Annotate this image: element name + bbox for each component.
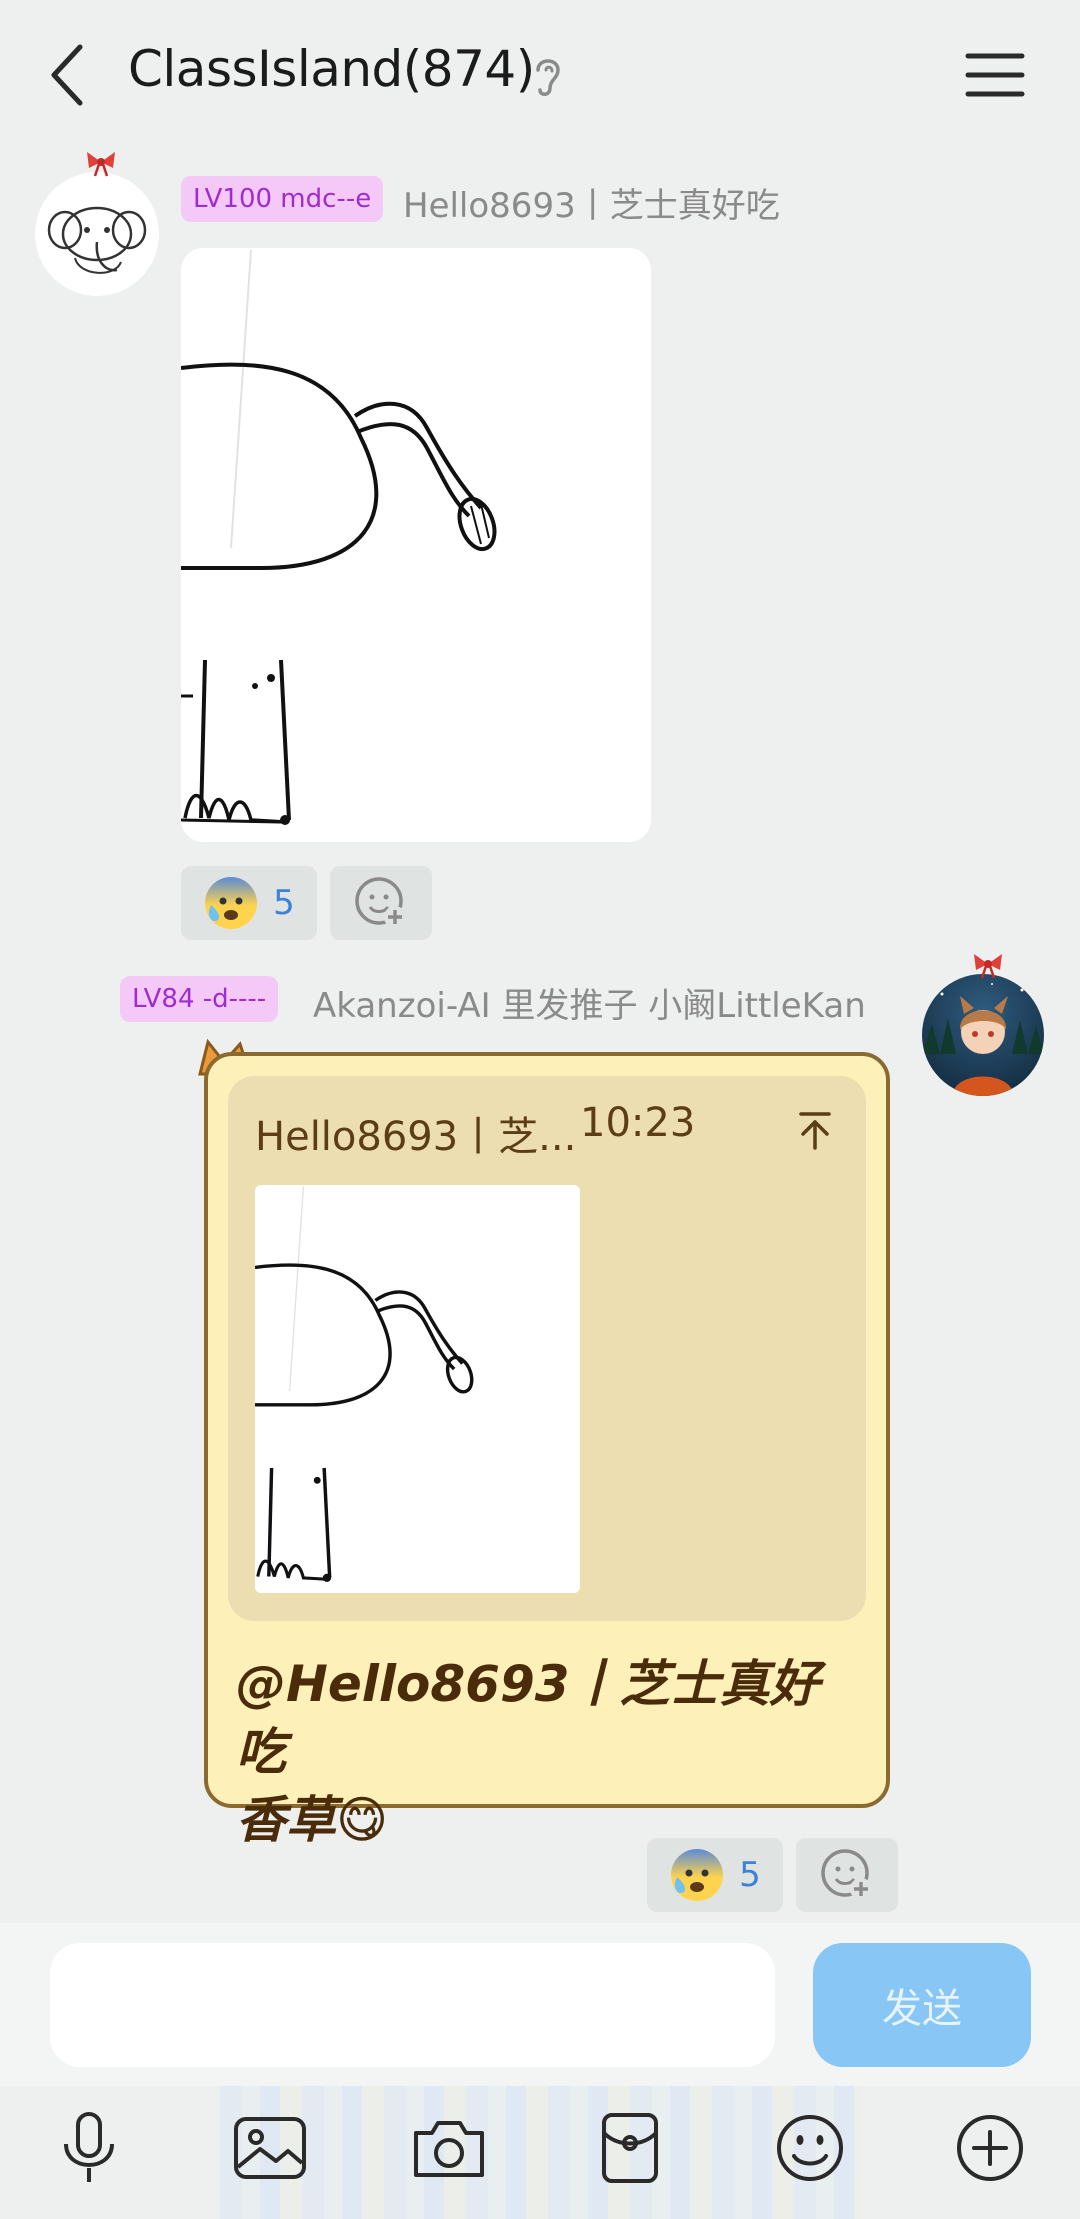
camera-icon [414,2121,484,2177]
add-reaction-button[interactable] [796,1838,898,1912]
red-packet-icon [602,2113,658,2183]
microphone-icon [64,2112,114,2182]
chat-header: ClassIsland(874) [0,0,1080,150]
image-message[interactable] [181,248,651,842]
menu-icon [965,53,1025,97]
reaction-sweat[interactable]: 5 [181,866,317,940]
message-text-line1[interactable]: @Hello8693丨芝士真好吃 [236,1650,856,1786]
reaction-count: 5 [273,883,295,923]
anime-avatar-image [922,983,1044,1096]
elephant-drawing-thumbnail [255,1186,474,1583]
emoji-icon [777,2115,843,2181]
message-input[interactable] [50,1943,775,2067]
plus-icon [957,2115,1023,2181]
sender-name[interactable]: Akanzoi-AI 里发推子 小阚LittleKan [313,978,866,1027]
send-button[interactable]: 发送 [813,1943,1031,2067]
message-text: @Hello8693丨芝士真好吃 香草😋 [236,1650,856,1854]
elephant-avatar-image [47,206,147,274]
camera-button[interactable] [406,2105,492,2191]
back-arrow-icon [51,44,83,106]
back-button[interactable] [36,38,96,112]
add-reaction-icon [821,1849,872,1900]
add-reaction-button[interactable] [330,866,432,940]
quoted-image[interactable] [255,1185,580,1593]
elephant-drawing-image [181,249,497,825]
level-badge: LV100 mdc--e [181,176,384,222]
red-packet-button[interactable] [587,2105,673,2191]
bow-decoration-icon [87,152,115,177]
more-button[interactable] [947,2105,1033,2191]
avatar-hello8693[interactable] [35,152,159,296]
voice-button[interactable] [46,2105,132,2191]
sender-name[interactable]: Hello8693丨芝士真好吃 [403,178,780,227]
add-reaction-icon [355,877,406,928]
reaction-count: 5 [739,1855,761,1895]
ear-icon[interactable] [528,52,568,100]
image-button[interactable] [227,2105,313,2191]
quote-sender: Hello8693丨芝... [255,1114,577,1160]
reaction-sweat[interactable]: 5 [647,1838,783,1912]
bow-decoration-icon [974,954,1002,979]
sweat-emoji-icon [671,1849,724,1901]
level-badge: LV84 -d---- [120,976,279,1022]
emoji-button[interactable] [767,2105,853,2191]
menu-button[interactable] [958,42,1032,108]
avatar-akanzoi[interactable] [922,954,1044,1096]
pin-top-icon[interactable] [793,1108,837,1152]
sweat-emoji-icon [205,877,258,929]
image-icon [234,2117,306,2179]
chat-title[interactable]: ClassIsland(874) [128,40,535,98]
toolbar-background [220,2086,860,2219]
quote-time: 10:23 [580,1100,696,1146]
